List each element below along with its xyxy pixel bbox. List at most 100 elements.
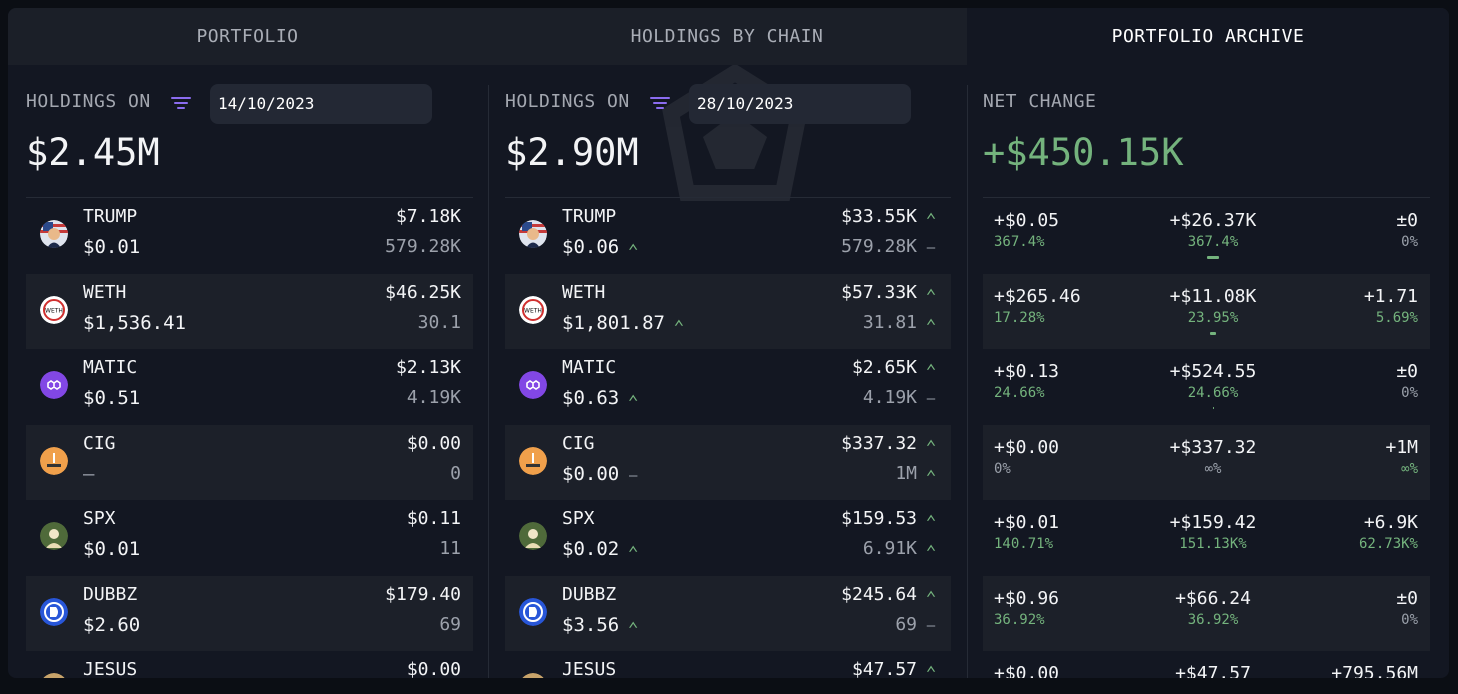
quantity-change-amount: ±0 xyxy=(1396,210,1418,231)
net-change-column: NET CHANGE +$450.15K +$0.05 367.4% +$26.37… xyxy=(983,65,1430,678)
increase-chevron-icon: ⌃ xyxy=(925,663,937,679)
quantity-text: 11 xyxy=(439,538,461,559)
spx-token-icon xyxy=(519,522,547,550)
value-change-cell: +$66.24 36.92% xyxy=(1143,576,1283,652)
holding-row[interactable]: SPX $0.01 $0.11 11 xyxy=(26,500,473,576)
value-text: $7.18K xyxy=(395,206,461,227)
increase-chevron-icon: ⌃ xyxy=(925,436,937,458)
holding-row[interactable]: WETH WETH $1,801.87 ⌃ $57.33K ⌃ 31.81 ⌃ xyxy=(505,273,951,349)
archive-columns: HOLDINGS ON 14/10/2023 $2.45M TRUMP $0.01… xyxy=(8,65,1449,678)
price-change-percent: 140.71% xyxy=(994,536,1054,552)
token-symbol: JESUS xyxy=(562,659,617,678)
value-change-amount: +$337.32 xyxy=(1169,436,1257,458)
token-price: $0.02 ⌃ xyxy=(562,538,641,564)
net-change-row[interactable]: +$0.00 +$47.57 +795.56M xyxy=(983,651,1430,678)
value-change-cell: +$47.57 xyxy=(1143,651,1283,678)
value-change-amount: +$524.55 xyxy=(1169,361,1257,382)
net-change-label: NET CHANGE xyxy=(983,91,1097,112)
increase-chevron-icon: ⌃ xyxy=(627,241,639,262)
net-change-row[interactable]: +$0.01 140.71% +$159.42 151.13K% +6.9K 62.73K… xyxy=(983,500,1430,576)
weth-token-icon: WETH xyxy=(40,295,68,324)
weth-token-icon: WETH xyxy=(519,295,547,324)
token-symbol: WETH xyxy=(83,281,127,303)
price-text: $0.02 xyxy=(562,538,620,560)
increase-chevron-icon: ⌃ xyxy=(627,543,639,564)
holding-row[interactable]: SPX $0.02 ⌃ $159.53 ⌃ 6.91K ⌃ xyxy=(505,500,951,576)
holding-row[interactable]: WETH WETH $1,536.41 $46.25K 30.1 xyxy=(26,273,473,349)
net-change-row[interactable]: +$0.05 367.4% +$26.37K 367.4% ±0 0% xyxy=(983,198,1430,274)
net-change-row[interactable]: +$265.46 17.28% +$11.08K 23.95% +1.71 5.69% xyxy=(983,273,1430,350)
price-change-percent: 17.28% xyxy=(994,309,1045,326)
value-text: $159.53 xyxy=(841,508,917,529)
price-text: $0.00 xyxy=(562,462,620,485)
net-change-row[interactable]: +$0.96 36.92% +$66.24 36.92% ±0 0% xyxy=(983,575,1430,652)
change-indicator-bar xyxy=(1207,256,1219,259)
trump-token-icon xyxy=(519,220,547,248)
token-symbol: WETH xyxy=(562,281,606,303)
holding-row[interactable]: TRUMP $0.01 $7.18K 579.28K xyxy=(26,198,473,274)
holding-row[interactable]: JESUS $47.57 ⌃ xyxy=(505,651,951,678)
filter-icon[interactable] xyxy=(171,97,191,111)
jesus-token-icon xyxy=(40,673,68,678)
price-text: $3.56 xyxy=(562,613,620,636)
unchanged-dash-icon: — xyxy=(926,240,936,256)
holding-row[interactable]: CIG $0.00 — $337.32 ⌃ 1M ⌃ xyxy=(505,424,951,500)
price-text: $0.63 xyxy=(562,387,620,409)
value-text: $47.57 xyxy=(851,659,917,678)
change-indicator-bar xyxy=(1210,331,1216,335)
token-symbol: SPX xyxy=(562,508,595,529)
holding-row[interactable]: MATIC $0.51 $2.13K 4.19K xyxy=(26,349,473,425)
price-change-percent: 24.66% xyxy=(994,385,1045,401)
holding-row[interactable]: DUBBZ $3.56 ⌃ $245.64 ⌃ 69 — xyxy=(505,575,951,651)
token-quantity: 1M ⌃ xyxy=(895,463,939,488)
quantity-text: 0 xyxy=(450,462,461,484)
tab-portfolio-archive[interactable]: PORTFOLIO ARCHIVE xyxy=(967,8,1449,65)
increase-chevron-icon: ⌃ xyxy=(673,316,685,338)
token-value: $245.64 ⌃ xyxy=(841,584,939,608)
token-quantity: 0 xyxy=(450,463,461,484)
filter-icon[interactable] xyxy=(650,97,670,111)
end-total-value: $2.90M xyxy=(505,131,639,174)
quantity-change-percent: ∞% xyxy=(1401,460,1418,477)
holding-row[interactable]: MATIC $0.63 ⌃ $2.65K ⌃ 4.19K — xyxy=(505,349,951,425)
tab-portfolio[interactable]: PORTFOLIO xyxy=(8,8,487,65)
increase-chevron-icon: ⌃ xyxy=(925,512,937,533)
token-price: $0.01 xyxy=(83,538,140,560)
holding-row[interactable]: TRUMP $0.06 ⌃ $33.55K ⌃ 579.28K — xyxy=(505,198,951,274)
quantity-change-percent: 5.69% xyxy=(1375,309,1418,326)
net-change-row[interactable]: +$0.00 0% +$337.32 ∞% +1M ∞% xyxy=(983,424,1430,500)
end-date-input[interactable]: 28/10/2023 xyxy=(689,84,911,124)
value-change-percent: 36.92% xyxy=(1187,611,1239,628)
value-text: $33.55K xyxy=(841,206,917,227)
increase-chevron-icon: ⌃ xyxy=(925,466,937,488)
holdings-on-label: HOLDINGS ON xyxy=(26,91,151,112)
quantity-change-amount: +1.71 xyxy=(1363,285,1418,307)
price-change-amount: +$265.46 xyxy=(994,285,1081,307)
cig-token-icon xyxy=(40,446,68,475)
holding-row[interactable]: CIG — $0.00 0 xyxy=(26,424,473,500)
start-date-input[interactable]: 14/10/2023 xyxy=(210,84,432,124)
price-text: $0.51 xyxy=(83,387,141,409)
value-change-cell: +$26.37K 367.4% xyxy=(1143,198,1283,274)
net-change-list: +$0.05 367.4% +$26.37K 367.4% ±0 0% +$265.46 17… xyxy=(983,198,1430,678)
value-text: $0.11 xyxy=(406,508,461,529)
holdings-start-list: TRUMP $0.01 $7.18K 579.28K WETH WETH $1,536.41… xyxy=(26,198,473,678)
tab-holdings-by-chain[interactable]: HOLDINGS BY CHAIN xyxy=(487,8,967,65)
price-change-percent: 0% xyxy=(994,460,1011,477)
holding-row[interactable]: DUBBZ $2.60 $179.40 69 xyxy=(26,575,473,651)
token-symbol: CIG xyxy=(83,432,116,454)
quantity-text: 6.91K xyxy=(862,538,917,559)
price-text: $0.06 xyxy=(562,236,620,258)
net-change-row[interactable]: +$0.13 24.66% +$524.55 24.66% ±0 0% xyxy=(983,349,1430,425)
token-value: $33.55K ⌃ xyxy=(841,206,939,230)
holding-row[interactable]: JESUS $0.00 xyxy=(26,651,473,678)
svg-text:WETH: WETH xyxy=(45,307,63,314)
token-price: $1,536.41 xyxy=(83,312,186,334)
token-value: $46.25K xyxy=(385,282,461,303)
spx-token-icon xyxy=(40,522,68,550)
portfolio-panel: PORTFOLIO HOLDINGS BY CHAIN PORTFOLIO AR… xyxy=(8,8,1449,678)
price-text: $0.01 xyxy=(83,538,141,560)
value-change-cell: +$11.08K 23.95% xyxy=(1143,274,1283,350)
quantity-text: 579.28K xyxy=(385,236,461,257)
dubbz-token-icon xyxy=(519,597,547,626)
